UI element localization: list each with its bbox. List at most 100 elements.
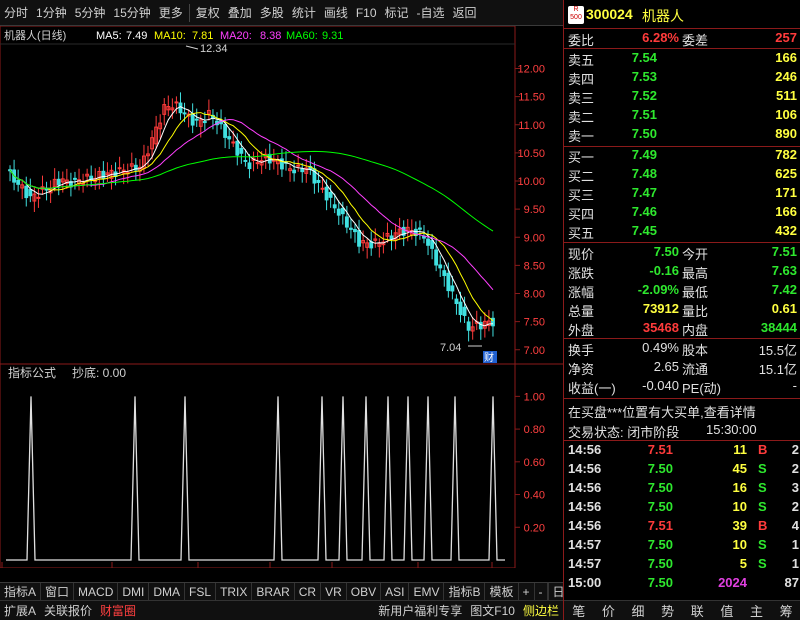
indicator-tab-0[interactable]: 指标A bbox=[0, 582, 42, 601]
indicator-tab-8[interactable]: CR bbox=[295, 582, 322, 601]
tick-row: 14:56 7.50 10 S 2 bbox=[564, 499, 800, 517]
weibi-label: 委比 bbox=[568, 33, 595, 48]
indicator-title[interactable]: 指标公式 bbox=[8, 365, 56, 380]
candle-body bbox=[324, 186, 329, 201]
indicator-tab-13[interactable]: 指标B bbox=[444, 582, 486, 601]
fund-row: 换手 0.49% 股本 15.5亿 bbox=[564, 340, 800, 358]
candle-body bbox=[202, 121, 207, 124]
indicator-tab-12[interactable]: EMV bbox=[409, 582, 445, 601]
tick-volume: 11 bbox=[733, 442, 747, 457]
candle-body bbox=[418, 227, 422, 230]
tick-count: 1 bbox=[791, 537, 799, 552]
tick-price: 7.50 bbox=[647, 556, 673, 571]
status-left-0[interactable]: 扩展A bbox=[0, 602, 40, 619]
toolbar-item-0[interactable]: 分时 bbox=[0, 4, 32, 21]
right-tab-5[interactable]: 值 bbox=[720, 601, 733, 620]
tick-volume: 39 bbox=[732, 518, 747, 533]
y-tick-label: 9.00 bbox=[524, 232, 545, 244]
stat-row: 总量 73912 量比 0.61 bbox=[564, 301, 800, 319]
toolbar-item-10[interactable]: F10 bbox=[352, 6, 381, 20]
low-badge[interactable]: 财 bbox=[484, 351, 494, 364]
toolbar-item-1[interactable]: 1分钟 bbox=[32, 4, 71, 21]
indicator-tab-15[interactable]: + bbox=[519, 582, 535, 601]
toolbar-item-5[interactable]: 复权 bbox=[192, 4, 224, 21]
bid-volume: 625 bbox=[775, 166, 797, 181]
indicator-tab-5[interactable]: FSL bbox=[185, 582, 217, 601]
tick-row: 14:56 7.51 11 B 2 bbox=[564, 442, 800, 460]
right-tab-0[interactable]: 笔 bbox=[572, 601, 585, 620]
candle-body bbox=[231, 141, 236, 144]
tick-price: 7.50 bbox=[647, 537, 673, 552]
ind-tick-label: 0.40 bbox=[524, 490, 545, 502]
candle-body bbox=[292, 169, 297, 174]
tick-row: 15:00 7.50 2024 87 bbox=[564, 575, 800, 593]
bid-row: 买二 7.48 625 bbox=[564, 166, 800, 184]
right-tab-7[interactable]: 筹 bbox=[780, 601, 793, 620]
tick-time: 14:57 bbox=[568, 556, 602, 571]
right-tab-1[interactable]: 价 bbox=[602, 601, 615, 620]
status-left-1[interactable]: 关联报价 bbox=[40, 602, 96, 619]
bid-volume: 171 bbox=[775, 185, 797, 200]
ask-price: 7.54 bbox=[631, 50, 657, 65]
status-left-2[interactable]: 财富圈 bbox=[96, 602, 140, 619]
indicator-tab-2[interactable]: MACD bbox=[74, 582, 119, 601]
ask-price: 7.50 bbox=[631, 126, 657, 141]
indicator-tab-14[interactable]: 模板 bbox=[485, 582, 519, 601]
candle-body bbox=[442, 270, 447, 277]
right-tab-6[interactable]: 主 bbox=[750, 601, 763, 620]
r-badge: R 500 bbox=[568, 6, 584, 24]
fund-value: 15.1亿 bbox=[758, 362, 797, 377]
right-tab-2[interactable]: 细 bbox=[632, 601, 645, 620]
toolbar-item-3[interactable]: 15分钟 bbox=[109, 4, 154, 21]
tick-volume: 45 bbox=[732, 461, 747, 476]
indicator-tab-10[interactable]: OBV bbox=[347, 582, 382, 601]
indicator-tab-3[interactable]: DMI bbox=[118, 582, 150, 601]
tick-count: 1 bbox=[791, 556, 799, 571]
toolbar-item-7[interactable]: 多股 bbox=[256, 4, 288, 21]
toolbar-item-2[interactable]: 5分钟 bbox=[71, 4, 110, 21]
quote-header: R 500 300024 机器人 bbox=[564, 4, 800, 26]
candle-body bbox=[255, 162, 260, 165]
toolbar-item-11[interactable]: 标记 bbox=[381, 4, 413, 21]
candle-body bbox=[36, 196, 41, 199]
tick-time: 14:56 bbox=[568, 480, 602, 495]
ask-volume: 246 bbox=[775, 69, 797, 84]
quote-panel: R 500 300024 机器人 委比 6.28% 委差 257 卖五 7.54 16… bbox=[563, 0, 800, 620]
ask-label: 卖二 bbox=[568, 110, 595, 125]
fund-label: PE(动) bbox=[682, 381, 722, 396]
candle-body bbox=[243, 159, 248, 162]
right-tab-3[interactable]: 势 bbox=[661, 601, 674, 620]
stat-label: 外盘 bbox=[568, 323, 595, 338]
tick-time: 14:56 bbox=[568, 499, 602, 514]
indicator-tab-9[interactable]: VR bbox=[321, 582, 347, 601]
toolbar-item-8[interactable]: 统计 bbox=[288, 4, 320, 21]
toolbar-item-9[interactable]: 画线 bbox=[320, 4, 352, 21]
stock-name: 机器人 bbox=[642, 8, 684, 24]
notice-text[interactable]: 在买盘***位置有大买单,查看详情 bbox=[568, 402, 756, 421]
indicator-tab-6[interactable]: TRIX bbox=[216, 582, 253, 601]
status-right-0[interactable]: 新用户福利专享 bbox=[374, 602, 466, 619]
right-tab-4[interactable]: 联 bbox=[691, 601, 704, 620]
bid-label: 买二 bbox=[568, 169, 595, 184]
notice-row[interactable]: 在买盘***位置有大买单,查看详情 bbox=[564, 402, 800, 420]
status-right-2[interactable]: 侧边栏 bbox=[519, 602, 563, 619]
candle-body bbox=[28, 189, 33, 197]
indicator-tab-7[interactable]: BRAR bbox=[252, 582, 295, 601]
toolbar-item-12[interactable]: -自选 bbox=[413, 4, 449, 21]
indicator-tab-16[interactable]: - bbox=[535, 582, 548, 601]
toolbar-item-13[interactable]: 返回 bbox=[449, 4, 481, 21]
chart-svg[interactable]: 机器人(日线) MA5: 7.49 MA10: 7.81 MA20: 8.38 MA60: 9.… bbox=[0, 25, 563, 583]
indicator-tab-4[interactable]: DMA bbox=[149, 582, 186, 601]
indicator-tab-11[interactable]: ASI bbox=[381, 582, 410, 601]
tick-direction: S bbox=[758, 537, 767, 552]
candle-body bbox=[178, 102, 183, 114]
toolbar-item-6[interactable]: 叠加 bbox=[224, 4, 256, 21]
stat-value: 73912 bbox=[642, 301, 679, 316]
indicator-tab-1[interactable]: 窗口 bbox=[41, 582, 75, 601]
status-right-1[interactable]: 图文F10 bbox=[466, 602, 519, 619]
toolbar-item-4[interactable]: 更多 bbox=[155, 4, 187, 21]
ask-volume: 511 bbox=[776, 88, 797, 103]
candle-body bbox=[357, 230, 361, 247]
candle-body bbox=[239, 148, 244, 154]
stat-value: 7.63 bbox=[771, 263, 797, 278]
